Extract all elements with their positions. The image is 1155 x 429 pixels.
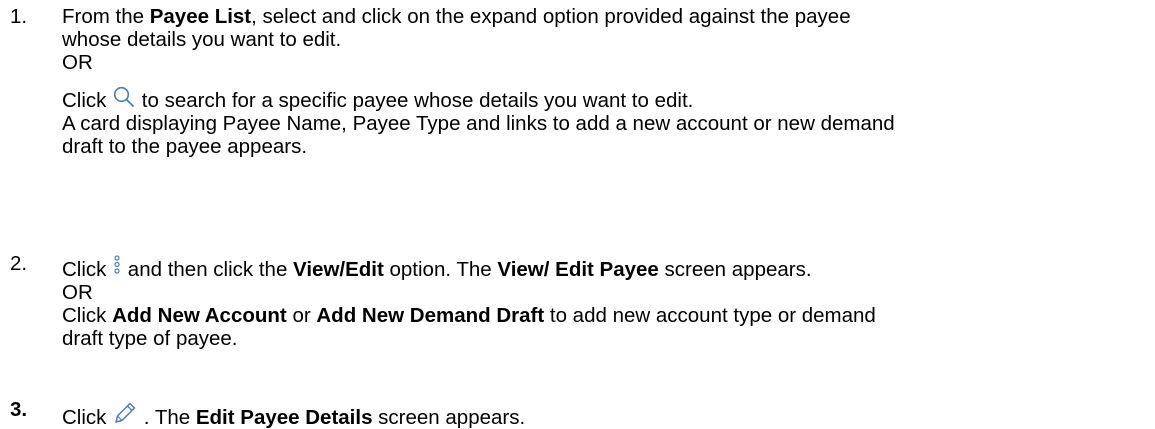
kebab-menu-icon	[112, 252, 122, 281]
step-line: Click Add New Account or Add New Demand …	[62, 304, 876, 327]
step-line: Click and then click the View/Edit optio…	[62, 252, 1142, 281]
step-number: 1.	[10, 5, 28, 28]
pencil-edit-icon	[112, 398, 138, 429]
step-body: Click and then click the View/Edit optio…	[62, 252, 1142, 350]
search-icon	[112, 83, 136, 112]
step-number: 2.	[10, 252, 28, 275]
or-label: OR	[62, 281, 93, 304]
step-body: Click . The Edit Payee Details screen ap…	[62, 398, 1142, 429]
payee-list-label: Payee List	[149, 5, 252, 28]
step-number: 3.	[10, 398, 28, 421]
or-label: OR	[62, 51, 93, 74]
step-line: draft to the payee appears.	[62, 135, 308, 158]
step-line: Click to search for a specific payee who…	[62, 83, 1142, 112]
step-line: From the Payee List, select and click on…	[62, 5, 851, 28]
step-line: whose details you want to edit.	[62, 28, 342, 51]
step-body: From the Payee List, select and click on…	[62, 5, 1142, 158]
step-line: A card displaying Payee Name, Payee Type…	[62, 112, 895, 135]
step-line: Click . The Edit Payee Details screen ap…	[62, 398, 1142, 429]
step-line: draft type of payee.	[62, 327, 238, 350]
